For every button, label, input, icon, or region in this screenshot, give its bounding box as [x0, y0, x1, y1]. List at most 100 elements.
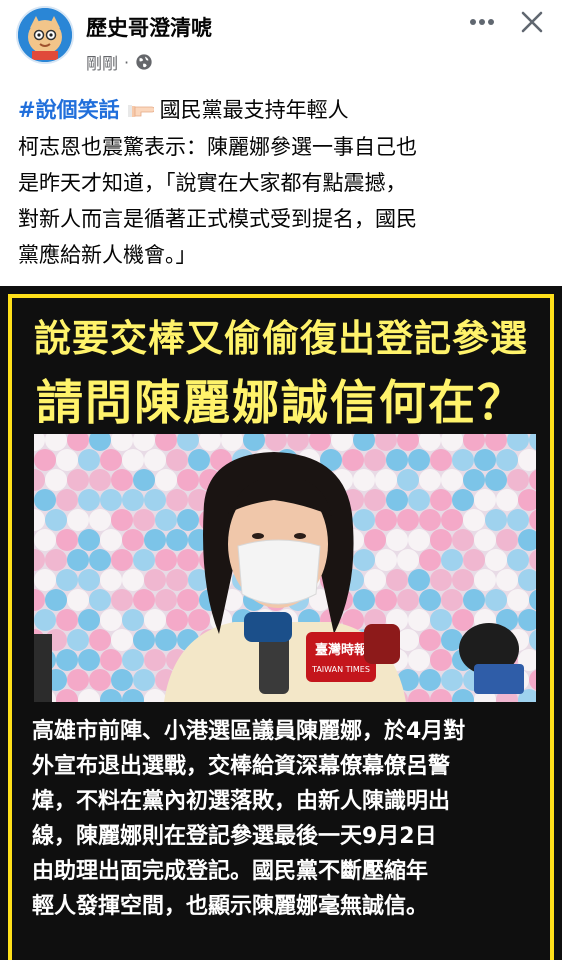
close-icon	[521, 11, 543, 33]
ball	[78, 489, 100, 511]
ball	[89, 629, 111, 651]
ball	[67, 629, 89, 651]
pointing-finger-icon	[127, 93, 155, 129]
post-meta: 剛剛 ·	[86, 50, 153, 74]
ball	[100, 569, 122, 591]
ball	[441, 669, 463, 691]
ball	[45, 549, 67, 571]
ball	[408, 649, 430, 671]
meta-separator: ·	[124, 52, 130, 72]
ball	[144, 449, 166, 471]
ball	[419, 669, 441, 691]
ball	[89, 549, 111, 571]
ball	[67, 549, 89, 571]
ball	[89, 509, 111, 531]
ball	[496, 449, 518, 471]
post-time[interactable]: 剛剛	[86, 50, 118, 74]
ball	[419, 509, 441, 531]
ball	[111, 669, 133, 691]
ball	[441, 589, 463, 611]
ball	[474, 529, 496, 551]
ball	[122, 609, 144, 631]
globe-icon	[136, 54, 152, 70]
ball	[496, 569, 518, 591]
ball	[100, 449, 122, 471]
hashtag-link[interactable]: #說個笑話	[18, 98, 120, 122]
ball	[386, 529, 408, 551]
poster-headline-1: 說要交棒又偷偷復出登記參選	[34, 317, 528, 360]
ball	[122, 569, 144, 591]
ball	[34, 609, 56, 631]
ball	[463, 589, 485, 611]
more-icon	[470, 19, 494, 25]
more-options-button[interactable]	[462, 8, 502, 36]
ball	[133, 469, 155, 491]
ball	[474, 569, 496, 591]
ball	[375, 549, 397, 571]
post-line-5: 黨應給新人機會。」	[18, 243, 197, 267]
ball	[452, 569, 474, 591]
ball	[419, 589, 441, 611]
poster-body-line-6: 輕人發揮空間，也顯示陳麗娜毫無誠信。	[32, 894, 429, 919]
ball	[133, 509, 155, 531]
ball	[397, 589, 419, 611]
ball	[34, 449, 56, 471]
page-name[interactable]: 歷史哥澄清唬	[86, 12, 212, 42]
ball	[375, 509, 397, 531]
post-text: #說個笑話 國民黨最支持年輕人 柯志恩也震驚表示：陳麗娜參選一事自己也 是昨天才知…	[18, 92, 548, 273]
poster-photo: 臺灣時報 TAIWAN TIMES	[34, 434, 536, 702]
ball	[144, 489, 166, 511]
ball	[34, 569, 56, 591]
ball	[496, 489, 518, 511]
ball	[375, 469, 397, 491]
ball	[100, 609, 122, 631]
ball	[452, 609, 474, 631]
ball	[353, 549, 375, 571]
ball	[419, 549, 441, 571]
page-avatar[interactable]	[16, 6, 74, 64]
ball	[430, 569, 452, 591]
ball	[144, 569, 166, 591]
ball	[144, 529, 166, 551]
ball	[474, 449, 496, 471]
ball	[155, 509, 177, 531]
ball	[56, 449, 78, 471]
post-line-4: 對新人而言是循著正式模式受到提名，國民	[18, 207, 417, 231]
ball	[111, 629, 133, 651]
ball	[463, 509, 485, 531]
ball	[155, 629, 177, 651]
ball	[408, 489, 430, 511]
ball	[177, 509, 199, 531]
ball	[45, 589, 67, 611]
ball	[78, 569, 100, 591]
ball	[485, 469, 507, 491]
ball	[34, 529, 56, 551]
post-line-1-text: 國民黨最支持年輕人	[159, 98, 349, 122]
ball	[353, 469, 375, 491]
close-button[interactable]	[514, 4, 550, 40]
ball	[111, 589, 133, 611]
ball	[408, 529, 430, 551]
poster-body-line-4: 線，陳麗娜則在登記參選最後一天9月2日	[32, 824, 437, 849]
ball-pit-photo: 臺灣時報 TAIWAN TIMES	[34, 434, 536, 702]
ball	[408, 609, 430, 631]
ball	[408, 449, 430, 471]
ball	[364, 569, 386, 591]
ball	[144, 609, 166, 631]
ball	[507, 509, 529, 531]
ball	[155, 469, 177, 491]
poster-body-line-3: 煒，不料在黨內初選落敗，由新人陳識明出	[32, 789, 451, 814]
ball	[353, 589, 375, 611]
ball	[155, 589, 177, 611]
ball	[78, 649, 100, 671]
post-image[interactable]: 說要交棒又偷偷復出登記參選 請問陳麗娜誠信何在？ 臺灣時報 TAIWAN TIM…	[0, 286, 562, 960]
ball	[397, 469, 419, 491]
ball	[144, 649, 166, 671]
ball	[430, 489, 452, 511]
ball	[122, 529, 144, 551]
ball	[155, 549, 177, 571]
ball	[397, 509, 419, 531]
ball	[166, 489, 188, 511]
ball	[122, 489, 144, 511]
ball	[89, 669, 111, 691]
